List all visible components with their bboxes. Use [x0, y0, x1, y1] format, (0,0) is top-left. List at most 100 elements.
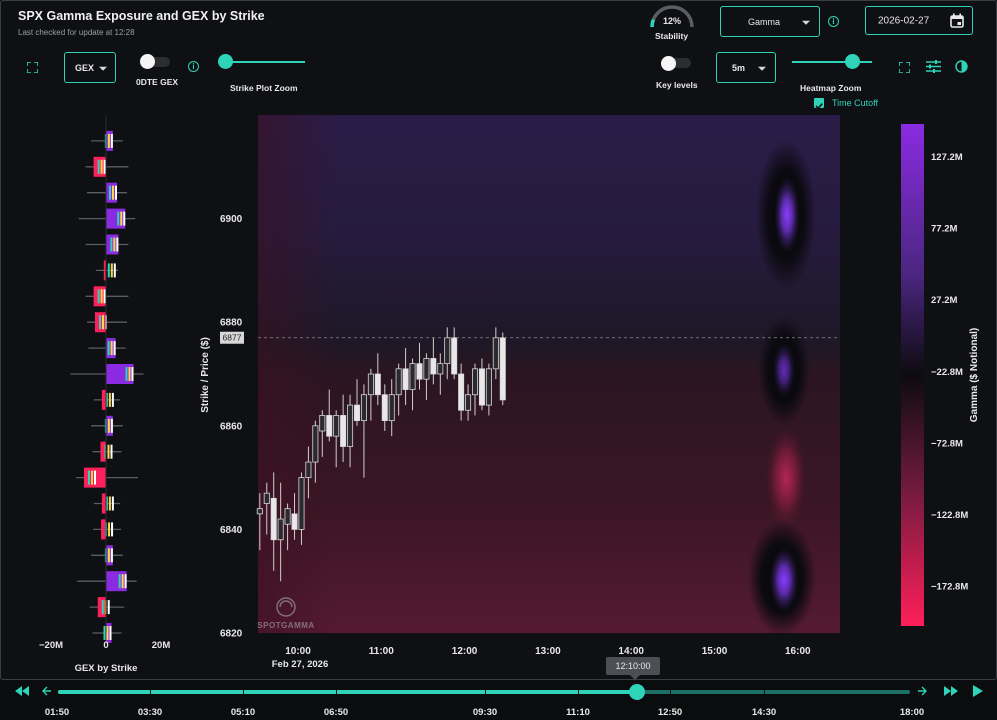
candle-body	[263, 492, 270, 504]
gex-marker	[107, 418, 110, 433]
gex-marker	[107, 600, 110, 615]
gex-marker	[128, 367, 131, 381]
colorbar-tick-label: 77.2M	[931, 224, 957, 235]
gex-marker	[116, 237, 119, 252]
key-levels-toggle-knob[interactable]	[661, 56, 676, 71]
gex-marker	[103, 159, 106, 174]
timeline-tick-mark	[912, 690, 913, 694]
candle-body	[388, 394, 395, 422]
fast-forward-icon[interactable]	[944, 686, 958, 696]
gex-marker	[107, 444, 110, 459]
gex-x-tick-label: 0	[103, 640, 108, 651]
odte-toggle-knob[interactable]	[140, 54, 155, 69]
candle-body	[402, 368, 409, 390]
gex-marker	[113, 237, 116, 252]
heatmap-purple-blob	[766, 540, 802, 620]
gex-marker	[110, 237, 113, 252]
arrow-right-icon[interactable]	[917, 686, 927, 696]
gex-marker	[121, 574, 124, 589]
gex-marker	[97, 159, 100, 174]
expand-icon[interactable]	[899, 62, 910, 73]
info-icon[interactable]: i	[188, 61, 199, 72]
gex-marker	[110, 263, 113, 278]
gamma-heatmap-chart[interactable]: 6877 6820 6840 6860 6880 6900 Strike / Price…	[190, 110, 990, 680]
rewind-icon[interactable]	[15, 686, 29, 696]
gex-marker	[111, 392, 114, 407]
timeline-tick-label: 06:50	[323, 707, 349, 718]
candle-body	[277, 518, 284, 541]
candle-body	[270, 497, 277, 541]
info-icon[interactable]: i	[828, 16, 839, 27]
x-tick-label: 14:00	[618, 646, 644, 657]
arrow-left-icon[interactable]	[42, 686, 52, 696]
colorbar-ticks: 127.2M 77.2M 27.2M −22.8M −72.8M −122.8M −172.…	[931, 152, 968, 593]
candle-body	[340, 415, 347, 447]
candle-body	[444, 337, 451, 365]
gex-marker	[110, 133, 113, 148]
candle-body	[458, 373, 465, 411]
gex-marker	[110, 444, 113, 459]
colorbar-tick-label: −22.8M	[931, 367, 963, 378]
gex-marker	[110, 418, 113, 433]
timeline-progress	[58, 690, 638, 694]
gex-marker	[101, 600, 104, 615]
heatmap-area	[258, 115, 840, 633]
timeline-tick-label: 14:30	[751, 707, 777, 718]
gex-marker	[99, 315, 101, 330]
interval-select[interactable]: 5m	[716, 52, 776, 83]
y-axis-label: Strike / Price ($)	[200, 337, 211, 413]
gex-marker	[103, 626, 106, 640]
greek-select[interactable]: Gamma	[720, 6, 820, 37]
colorbar-tick-label: 27.2M	[931, 295, 957, 306]
candle-body	[312, 425, 319, 463]
candle-body	[354, 404, 361, 422]
time-cutoff-checkbox[interactable]	[814, 98, 824, 110]
heatmap-zoom-label: Heatmap Zoom	[800, 83, 862, 93]
heatmap-zoom-track[interactable]	[792, 61, 872, 63]
play-icon[interactable]	[973, 685, 983, 697]
gex-marker	[107, 341, 110, 356]
candle-body	[485, 368, 492, 406]
candle-body	[360, 394, 367, 422]
gex-marker	[91, 470, 93, 485]
gex-marker	[113, 341, 116, 356]
y-tick-label: 6900	[220, 214, 243, 225]
contrast-icon[interactable]	[955, 60, 968, 73]
gex-marker	[107, 133, 110, 148]
date-picker[interactable]: 2026-02-27	[865, 6, 973, 35]
heatmap-purple-blob	[770, 336, 798, 404]
gex-marker	[103, 289, 106, 304]
gex-marker	[106, 626, 109, 640]
timeline-tick-label: 09:30	[472, 707, 498, 718]
strike-zoom-handle[interactable]	[218, 54, 233, 69]
gex-marker	[112, 185, 114, 200]
heatmap-left-shade	[258, 115, 338, 633]
candle-body	[333, 415, 340, 437]
timeline-tick-label: 05:10	[230, 707, 256, 718]
timeline-tick-mark	[764, 690, 765, 694]
sliders-icon[interactable]	[926, 60, 941, 73]
gex-select[interactable]: GEX	[64, 52, 116, 83]
gex-bar	[106, 208, 126, 229]
gex-marker	[107, 548, 110, 563]
greek-select-value: Gamma	[748, 16, 781, 27]
calendar-icon	[950, 13, 964, 28]
current-price-value: 6877	[223, 333, 242, 343]
candle-body	[409, 363, 416, 390]
timeline-handle[interactable]	[629, 684, 646, 700]
strike-zoom-track[interactable]	[225, 61, 305, 63]
gex-x-tick-label: −20M	[39, 640, 63, 651]
gex-marker	[102, 315, 104, 330]
expand-icon[interactable]	[27, 62, 38, 73]
gex-marker	[94, 470, 96, 485]
stability-label: Stability	[655, 31, 689, 41]
gex-bar	[101, 389, 106, 410]
candle-body	[326, 415, 333, 437]
candle-body	[465, 394, 472, 411]
time-cutoff-label: Time Cutoff	[832, 98, 879, 108]
chevron-down-icon	[99, 66, 107, 71]
heatmap-zoom-handle[interactable]	[845, 54, 860, 69]
x-tick-label: 12:00	[452, 646, 478, 657]
x-tick-label: 10:00	[285, 646, 311, 657]
y-tick-label: 6860	[220, 421, 243, 432]
